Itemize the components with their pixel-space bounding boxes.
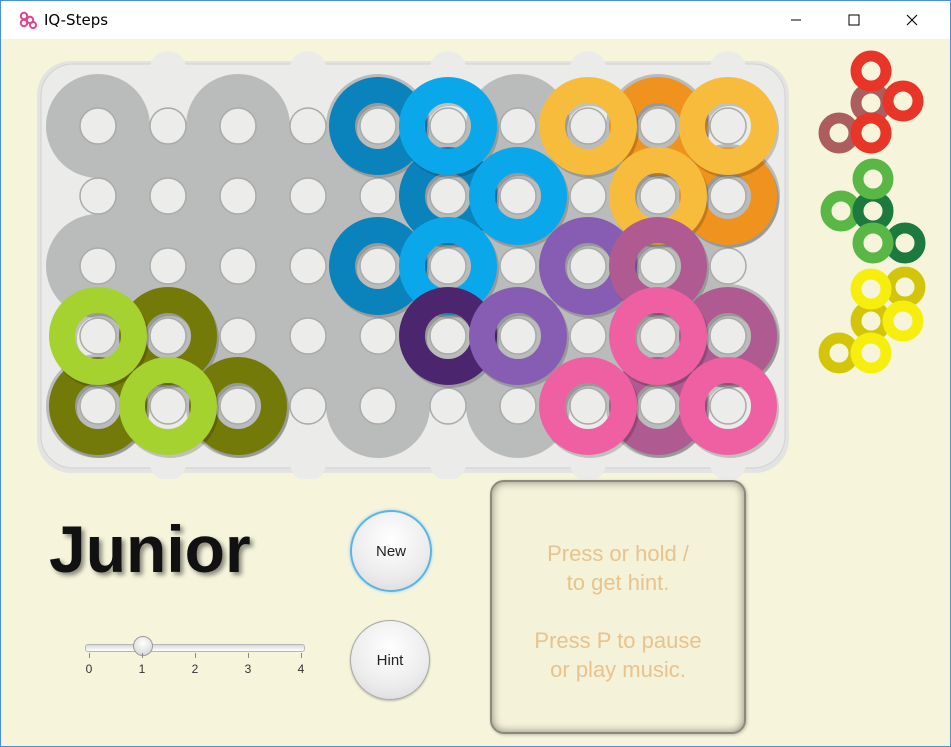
board-hole[interactable]	[639, 387, 677, 425]
green-tray-piece-ring[interactable]	[820, 190, 862, 232]
title-bar: IQ-Steps	[1, 1, 950, 39]
board-hole[interactable]	[359, 387, 397, 425]
board-hole[interactable]	[569, 387, 607, 425]
board-hole[interactable]	[79, 107, 117, 145]
green-tray-piece-ring[interactable]	[852, 222, 894, 264]
board-hole[interactable]	[79, 387, 117, 425]
slider-tick-label: 1	[138, 662, 146, 676]
yellow-tray-piece-ring[interactable]	[850, 268, 892, 310]
maximize-icon	[848, 14, 860, 26]
brown-tray-piece-ring[interactable]	[818, 112, 860, 154]
board-hole[interactable]	[149, 317, 187, 355]
hint-text-line: Press P to pause	[534, 628, 702, 653]
board-hole[interactable]	[709, 317, 747, 355]
board-hole[interactable]	[639, 177, 677, 215]
board-hole[interactable]	[639, 247, 677, 285]
iq-steps-logo-icon	[19, 11, 37, 29]
board-hole[interactable]	[639, 107, 677, 145]
yellow-tray-piece-ring[interactable]	[882, 300, 924, 342]
slider-tick	[195, 653, 196, 658]
board-hole[interactable]	[709, 387, 747, 425]
board-hole[interactable]	[429, 107, 467, 145]
board-hole[interactable]	[569, 177, 607, 215]
board-hole[interactable]	[289, 317, 327, 355]
board-hole[interactable]	[219, 107, 257, 145]
board-hole[interactable]	[149, 107, 187, 145]
slider-tick	[89, 653, 90, 658]
slider-tick-label: 0	[85, 662, 93, 676]
window-title: IQ-Steps	[44, 11, 109, 29]
dark-green-tray-piece-ring[interactable]	[884, 222, 926, 264]
board-hole[interactable]	[219, 387, 257, 425]
dark-yellow-tray-piece-ring[interactable]	[850, 300, 892, 342]
slider-thumb[interactable]	[133, 636, 153, 656]
red-tray-piece-ring[interactable]	[850, 112, 892, 154]
board-hole[interactable]	[289, 107, 327, 145]
slider-tick	[142, 653, 143, 658]
board-hole[interactable]	[569, 317, 607, 355]
slider-tick-label: 3	[244, 662, 252, 676]
board-hole[interactable]	[149, 177, 187, 215]
board-hole[interactable]	[149, 247, 187, 285]
board-hole[interactable]	[429, 247, 467, 285]
hint-button[interactable]: Hint	[350, 620, 430, 700]
maximize-button[interactable]	[825, 1, 883, 39]
hint-panel: Press or hold / to get hint. Press P to …	[490, 480, 746, 734]
slider-track[interactable]	[85, 644, 305, 652]
dark-yellow-tray-piece-ring[interactable]	[818, 332, 860, 374]
board-hole[interactable]	[359, 247, 397, 285]
red-tray-piece-ring[interactable]	[850, 50, 892, 92]
board-hole[interactable]	[499, 177, 537, 215]
minimize-button[interactable]	[767, 1, 825, 39]
board-hole[interactable]	[639, 317, 677, 355]
board-hole[interactable]	[499, 247, 537, 285]
piece-tray[interactable]	[818, 50, 926, 374]
board-hole[interactable]	[219, 247, 257, 285]
dark-yellow-tray-piece-ring[interactable]	[884, 266, 926, 308]
new-game-button[interactable]: New	[350, 510, 432, 592]
board-hole[interactable]	[569, 247, 607, 285]
dark-green-tray-piece-ring[interactable]	[852, 190, 894, 232]
board-hole[interactable]	[709, 247, 747, 285]
board-hole[interactable]	[499, 387, 537, 425]
game-area: Junior New Hint 0 1 2 3 4 Press or hold / to…	[1, 39, 950, 746]
board-hole[interactable]	[219, 317, 257, 355]
app-window: IQ-Steps Junior New Hint 0 1 2 3 4 Press…	[0, 0, 951, 747]
green-tray-piece-ring[interactable]	[852, 158, 894, 200]
board-hole[interactable]	[79, 247, 117, 285]
close-button[interactable]	[883, 1, 941, 39]
board-hole[interactable]	[429, 317, 467, 355]
board-hole[interactable]	[289, 177, 327, 215]
hint-text-line: or play music.	[550, 657, 686, 682]
board-hole[interactable]	[289, 387, 327, 425]
difficulty-slider[interactable]: 0 1 2 3 4	[83, 635, 307, 685]
slider-tick	[248, 653, 249, 658]
board-hole[interactable]	[79, 317, 117, 355]
board-hole[interactable]	[289, 247, 327, 285]
board-hole[interactable]	[709, 177, 747, 215]
board-hole[interactable]	[359, 317, 397, 355]
level-name: Junior	[49, 512, 251, 586]
minimize-icon	[791, 19, 801, 21]
slider-tick-label: 4	[297, 662, 305, 676]
board-hole[interactable]	[709, 107, 747, 145]
board-hole[interactable]	[499, 107, 537, 145]
board-hole[interactable]	[429, 387, 467, 425]
hint-text-line: to get hint.	[566, 570, 670, 595]
red-tray-piece-ring[interactable]	[882, 80, 924, 122]
yellow-tray-piece-ring[interactable]	[850, 332, 892, 374]
slider-tick	[301, 653, 302, 658]
hint-text-line: Press or hold /	[547, 541, 689, 566]
board-hole[interactable]	[149, 387, 187, 425]
board-hole[interactable]	[219, 177, 257, 215]
board-hole[interactable]	[499, 317, 537, 355]
board-hole[interactable]	[429, 177, 467, 215]
board-hole[interactable]	[569, 107, 607, 145]
hint-text-line	[492, 597, 744, 626]
board-hole[interactable]	[79, 177, 117, 215]
board-hole[interactable]	[359, 177, 397, 215]
board-hole[interactable]	[359, 107, 397, 145]
slider-tick-label: 2	[191, 662, 199, 676]
close-icon	[906, 14, 918, 26]
